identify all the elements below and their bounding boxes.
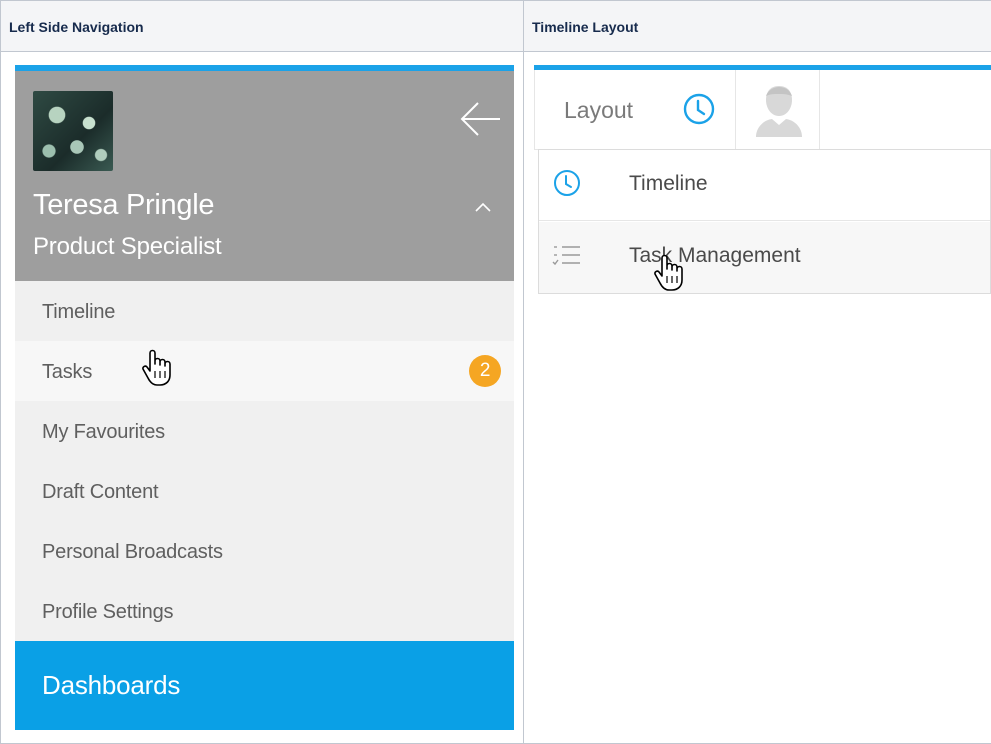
- hand-cursor-icon: [654, 254, 683, 291]
- user-icon: [756, 86, 802, 137]
- dashboards-button[interactable]: Dashboards: [15, 641, 514, 730]
- user-role: Product Specialist: [33, 233, 222, 260]
- profile-panel: Teresa Pringle Product Specialist: [15, 71, 514, 281]
- nav-item-draft-content[interactable]: Draft Content: [15, 461, 514, 521]
- dropdown-item-label: Timeline: [629, 172, 708, 195]
- chevron-up-icon[interactable]: [474, 201, 492, 213]
- dashboards-label: Dashboards: [42, 670, 181, 700]
- nav-item-tasks[interactable]: Tasks 2: [15, 341, 514, 401]
- nav-item-label: My Favourites: [42, 421, 165, 443]
- layout-label: Layout: [564, 97, 634, 123]
- hand-cursor-icon: [142, 349, 171, 386]
- user-layout-button[interactable]: [736, 70, 820, 150]
- tasks-count-badge: 2: [469, 355, 501, 387]
- clock-icon: [683, 93, 715, 125]
- dropdown-item-timeline[interactable]: Timeline: [539, 150, 990, 221]
- clock-icon: [554, 170, 580, 196]
- nav-item-label: Draft Content: [42, 481, 159, 503]
- nav-item-label: Tasks: [42, 361, 93, 383]
- nav-item-profile-settings[interactable]: Profile Settings: [15, 581, 514, 641]
- nav-item-personal-broadcasts[interactable]: Personal Broadcasts: [15, 521, 514, 581]
- left-side-navigation: Teresa Pringle Product Specialist Timeli…: [15, 65, 514, 730]
- nav-item-timeline[interactable]: Timeline: [15, 281, 514, 341]
- dropdown-item-task-management[interactable]: Task Management: [539, 222, 990, 293]
- checklist-icon: [552, 246, 580, 266]
- column-header-left: Left Side Navigation: [0, 0, 524, 52]
- timeline-layout-panel: Layout Timeline Task Management: [534, 65, 991, 294]
- nav-item-label: Profile Settings: [42, 601, 174, 623]
- column-header-right: Timeline Layout: [523, 0, 991, 52]
- avatar[interactable]: [33, 91, 113, 171]
- nav-item-my-favourites[interactable]: My Favourites: [15, 401, 514, 461]
- nav-item-label: Personal Broadcasts: [42, 541, 223, 563]
- nav-item-label: Timeline: [42, 301, 116, 323]
- user-name: Teresa Pringle: [33, 189, 215, 221]
- layout-dropdown-menu: Timeline Task Management: [538, 149, 991, 294]
- layout-toolbar: Layout: [534, 70, 991, 150]
- back-arrow-icon[interactable]: [458, 99, 502, 139]
- layout-button[interactable]: Layout: [534, 70, 736, 150]
